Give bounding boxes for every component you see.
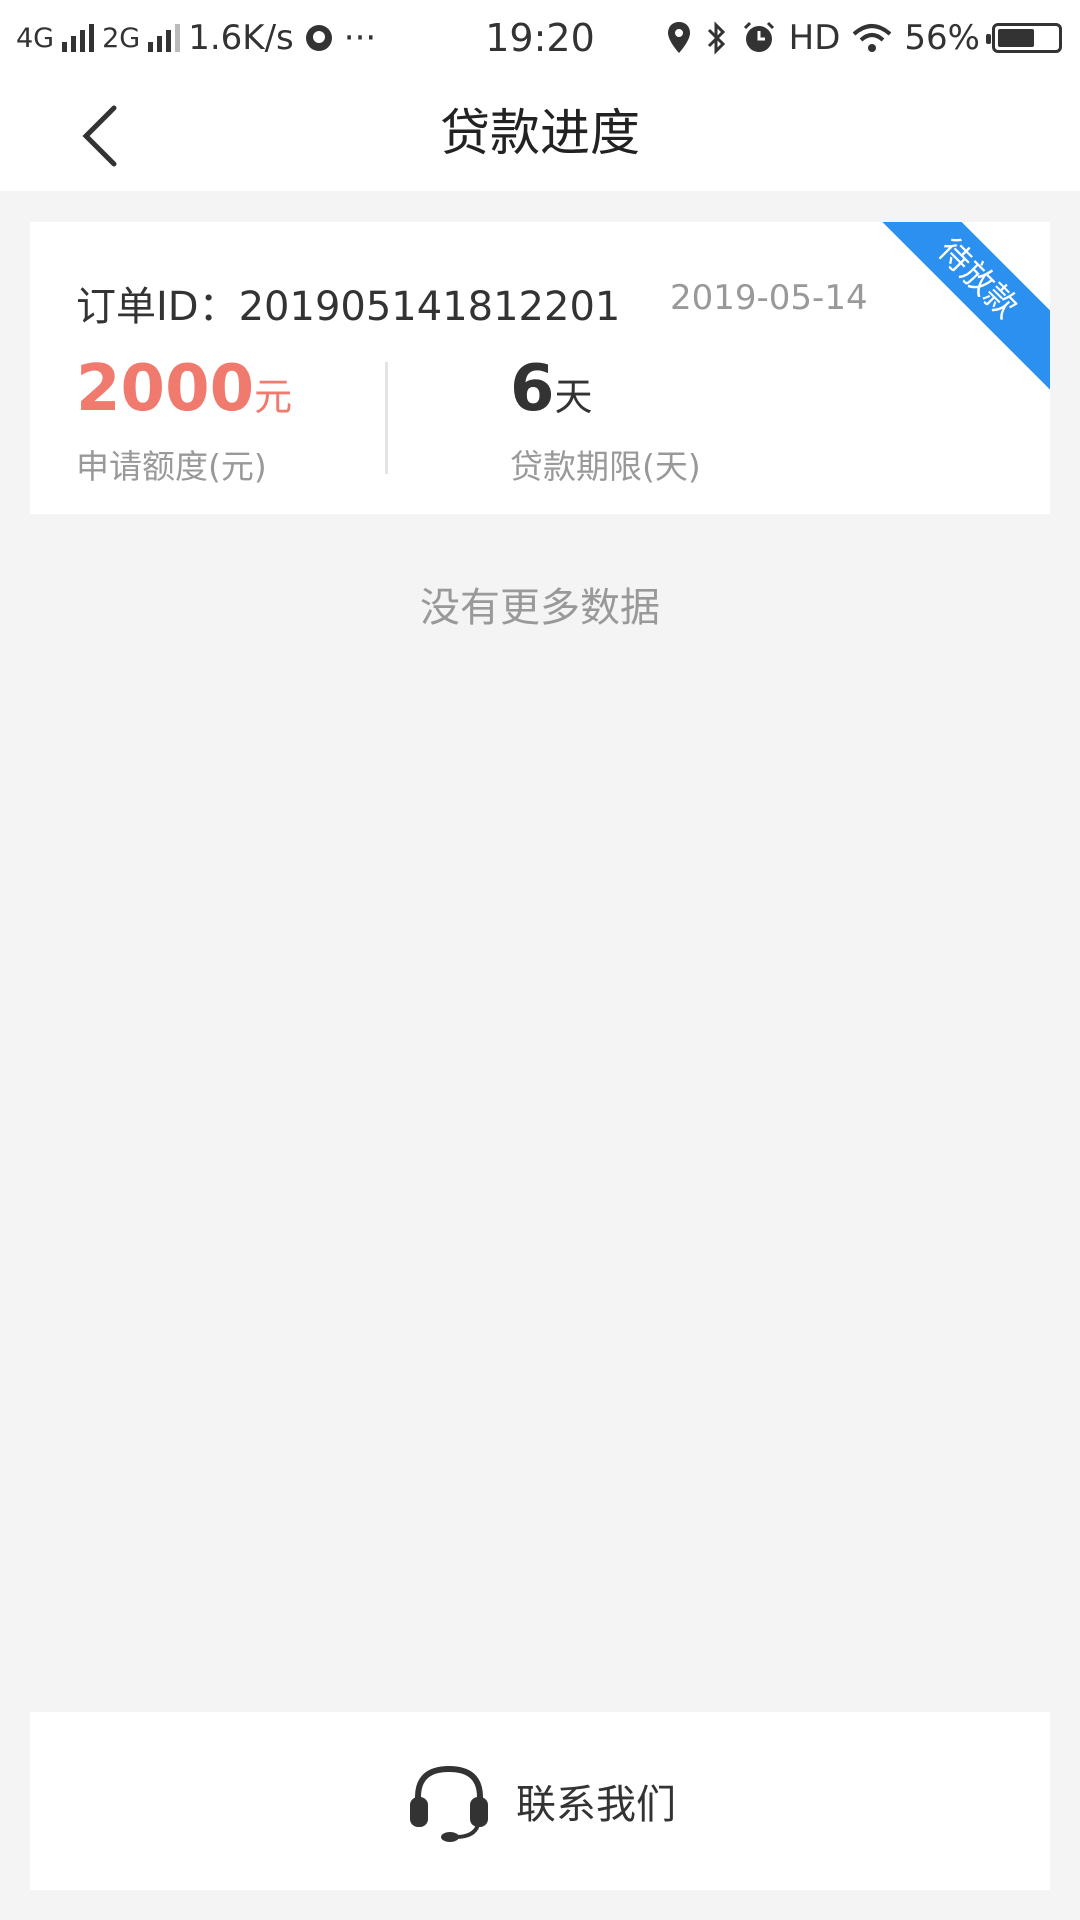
hd-indicator: HD bbox=[788, 18, 841, 58]
loan-term-label: 贷款期限(天) bbox=[510, 447, 701, 486]
contact-us-label: 联系我们 bbox=[516, 1782, 676, 1828]
wifi-icon bbox=[853, 24, 892, 52]
alarm-icon bbox=[743, 21, 774, 52]
page-title: 贷款进度 bbox=[440, 104, 640, 162]
status-right: HD 56% bbox=[665, 14, 1062, 62]
order-date: 2019-05-14 bbox=[670, 278, 868, 318]
no-more-data-text: 没有更多数据 bbox=[420, 585, 660, 631]
loan-order-card[interactable]: 订单ID：201905141812201 2019-05-14 待放款 2000… bbox=[30, 222, 1050, 514]
loan-amount-value: 2000 bbox=[76, 352, 255, 426]
nav-bar: 贷款进度 bbox=[0, 76, 1080, 191]
loan-term: 6天 bbox=[510, 352, 593, 426]
contact-us-button[interactable]: 联系我们 bbox=[30, 1712, 1050, 1890]
loan-amount-label: 申请额度(元) bbox=[76, 447, 267, 486]
location-icon bbox=[667, 22, 690, 53]
order-id-line: 订单ID：201905141812201 bbox=[76, 274, 620, 332]
order-id-label: 订单ID： bbox=[76, 284, 239, 330]
loan-amount-unit: 元 bbox=[254, 375, 293, 419]
battery-percent: 56% bbox=[904, 18, 980, 58]
status-bar: 4G 2G 1.6K/s ··· 19:20 HD 56% bbox=[0, 0, 1080, 76]
battery-icon bbox=[986, 23, 1062, 53]
status-badge: 待放款 bbox=[866, 222, 1050, 390]
loan-term-unit: 天 bbox=[554, 375, 593, 419]
bluetooth-icon bbox=[707, 21, 725, 55]
order-id-value: 201905141812201 bbox=[238, 284, 621, 330]
divider bbox=[385, 362, 388, 474]
loan-amount: 2000元 bbox=[76, 352, 292, 426]
loan-term-value: 6 bbox=[510, 352, 555, 426]
headset-icon bbox=[410, 1765, 488, 1842]
